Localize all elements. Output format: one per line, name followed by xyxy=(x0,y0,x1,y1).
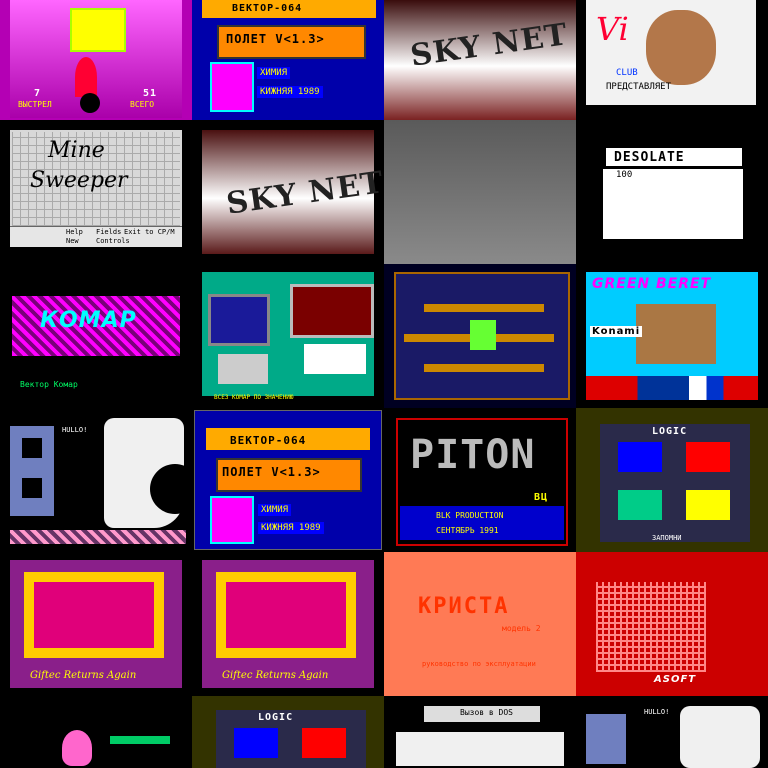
mine-menu-exit[interactable]: Exit to CP/M xyxy=(124,228,175,236)
puzzle-menu[interactable]: Вызов в DOS xyxy=(460,708,513,717)
mine-title2: Sweeper xyxy=(30,168,128,193)
asoft-brand: ASOFT xyxy=(654,674,697,685)
billiard-left-caption: ВЫСТРЕЛ xyxy=(18,100,52,109)
desolate-title: DESOLATE xyxy=(614,150,685,165)
thumbnail-piton[interactable]: PITON ВЦ BLK PRODUCTION СЕНТЯБРЬ 1991 xyxy=(384,408,576,552)
billiard-table xyxy=(70,8,126,52)
giftec2-footer: Giftec Returns Again xyxy=(222,670,329,681)
thumbnail-giftec-2[interactable]: Giftec Returns Again xyxy=(192,552,384,696)
vector2-title: ВЕКТОР-064 xyxy=(230,434,307,447)
logic-title: LOGIC xyxy=(652,426,688,437)
mine-menu-new[interactable]: New xyxy=(66,237,79,245)
thumbnail-vi-club[interactable]: Vi CLUB ПРЕДСТАВЛЯЕТ xyxy=(576,0,768,120)
thumbnail-giftec-1[interactable]: Giftec Returns Again xyxy=(0,552,192,696)
krista-title: КРИСТА xyxy=(418,594,510,619)
vi-title: Vi xyxy=(596,10,629,48)
vector-desktop-footer: ВСЕЗ КОМАР ПО ЗНАЧЕНИЮ xyxy=(214,394,294,401)
thumbnail-vector-064[interactable]: ВЕКТОР-064 ПОЛЕТ V<1.3> ХИМИЯ КИЖНЯЯ 198… xyxy=(192,0,384,120)
piton-line2: BLK PRODUCTION xyxy=(436,511,504,520)
thumbnail-logic[interactable]: LOGIC ЗАПОМНИ xyxy=(576,408,768,552)
krista-line: руководство по эксплуатации xyxy=(422,660,536,668)
krista-sub: модель 2 xyxy=(502,624,541,633)
mine-title: Mine xyxy=(48,138,105,163)
vector-title: ВЕКТОР-064 xyxy=(232,3,303,14)
hullo2-bubble: HULLO! xyxy=(644,708,670,716)
mine-menu-controls[interactable]: Controls xyxy=(96,237,130,245)
thumbnail-vector-064-2[interactable]: ВЕКТОР-064 ПОЛЕТ V<1.3> ХИМИЯ КИЖНЯЯ 198… xyxy=(192,408,384,552)
vector-line2: КИЖНЯЯ 1989 xyxy=(257,86,323,98)
beret-title: GREEN BERET xyxy=(592,276,712,292)
thumbnail-puzzle[interactable]: Вызов в DOS xyxy=(384,696,576,768)
thumbnail-komar[interactable]: КОМАР Вектор Комар xyxy=(0,264,192,408)
thumbnail-hullo-2[interactable]: HULLO! xyxy=(576,696,768,768)
thumbnail-billiard[interactable]: 7 51 ВЫСТРЕЛ ВСЕГО xyxy=(0,0,192,120)
vector-subtitle: ПОЛЕТ V<1.3> xyxy=(226,32,325,46)
vector2-subtitle: ПОЛЕТ V<1.3> xyxy=(222,465,321,479)
komar-logo: КОМАР xyxy=(40,308,137,333)
vi-sub1: CLUB xyxy=(616,68,638,78)
logic2-title: LOGIC xyxy=(258,712,294,723)
vector2-line1: ХИМИЯ xyxy=(258,504,292,516)
piton-line3: СЕНТЯБРЬ 1991 xyxy=(436,526,499,535)
desolate-score: 100 xyxy=(616,170,633,180)
thumbnail-minesweeper[interactable]: Mine Sweeper Help Fields Exit to CP/M Ne… xyxy=(0,120,192,264)
billiard-right-num: 51 xyxy=(143,88,158,99)
thumbnail-hullo[interactable]: HULLO! xyxy=(0,408,192,552)
vi-sub2: ПРЕДСТАВЛЯЕТ xyxy=(606,82,672,92)
hullo-bubble: HULLO! xyxy=(62,426,88,434)
thumbnail-vector-desktop[interactable]: ВСЕЗ КОМАР ПО ЗНАЧЕНИЮ xyxy=(192,264,384,408)
vector2-line2: КИЖНЯЯ 1989 xyxy=(258,522,324,534)
ball-icon xyxy=(80,93,100,113)
billiard-right-caption: ВСЕГО xyxy=(130,100,155,109)
komar-footer: Вектор Комар xyxy=(20,380,78,389)
thumbnail-skynet-2[interactable]: SKY NET xyxy=(192,120,384,264)
thumbnail-asoft[interactable]: ASOFT xyxy=(576,552,768,696)
logic-footer: ЗАПОМНИ xyxy=(652,534,682,542)
piton-title: PITON xyxy=(410,432,536,478)
thumbnail-blank-gray[interactable] xyxy=(384,120,576,264)
thumbnail-krista[interactable]: КРИСТА модель 2 руководство по эксплуата… xyxy=(384,552,576,696)
thumbnail-grid: 7 51 ВЫСТРЕЛ ВСЕГО ВЕКТОР-064 ПОЛЕТ V<1.… xyxy=(0,0,768,768)
thumbnail-green-beret[interactable]: GREEN BERET Konami xyxy=(576,264,768,408)
mine-menu-help[interactable]: Help xyxy=(66,228,83,236)
thumbnail-pixel-art[interactable] xyxy=(0,696,192,768)
skynet-logo: SKY NET xyxy=(408,17,571,74)
vector-line1: ХИМИЯ xyxy=(257,67,291,79)
beret-brand: Konami xyxy=(590,326,643,337)
piton-line1: ВЦ xyxy=(534,492,549,503)
billiard-left-num: 7 xyxy=(34,88,42,99)
mine-menu-fields[interactable]: Fields xyxy=(96,228,121,236)
thumbnail-skynet[interactable]: SKY NET xyxy=(384,0,576,120)
giftec1-footer: Giftec Returns Again xyxy=(30,670,137,681)
thumbnail-desolate[interactable]: DESOLATE 100 xyxy=(576,120,768,264)
thumbnail-platformer[interactable] xyxy=(384,264,576,408)
thumbnail-logic-2[interactable]: LOGIC xyxy=(192,696,384,768)
